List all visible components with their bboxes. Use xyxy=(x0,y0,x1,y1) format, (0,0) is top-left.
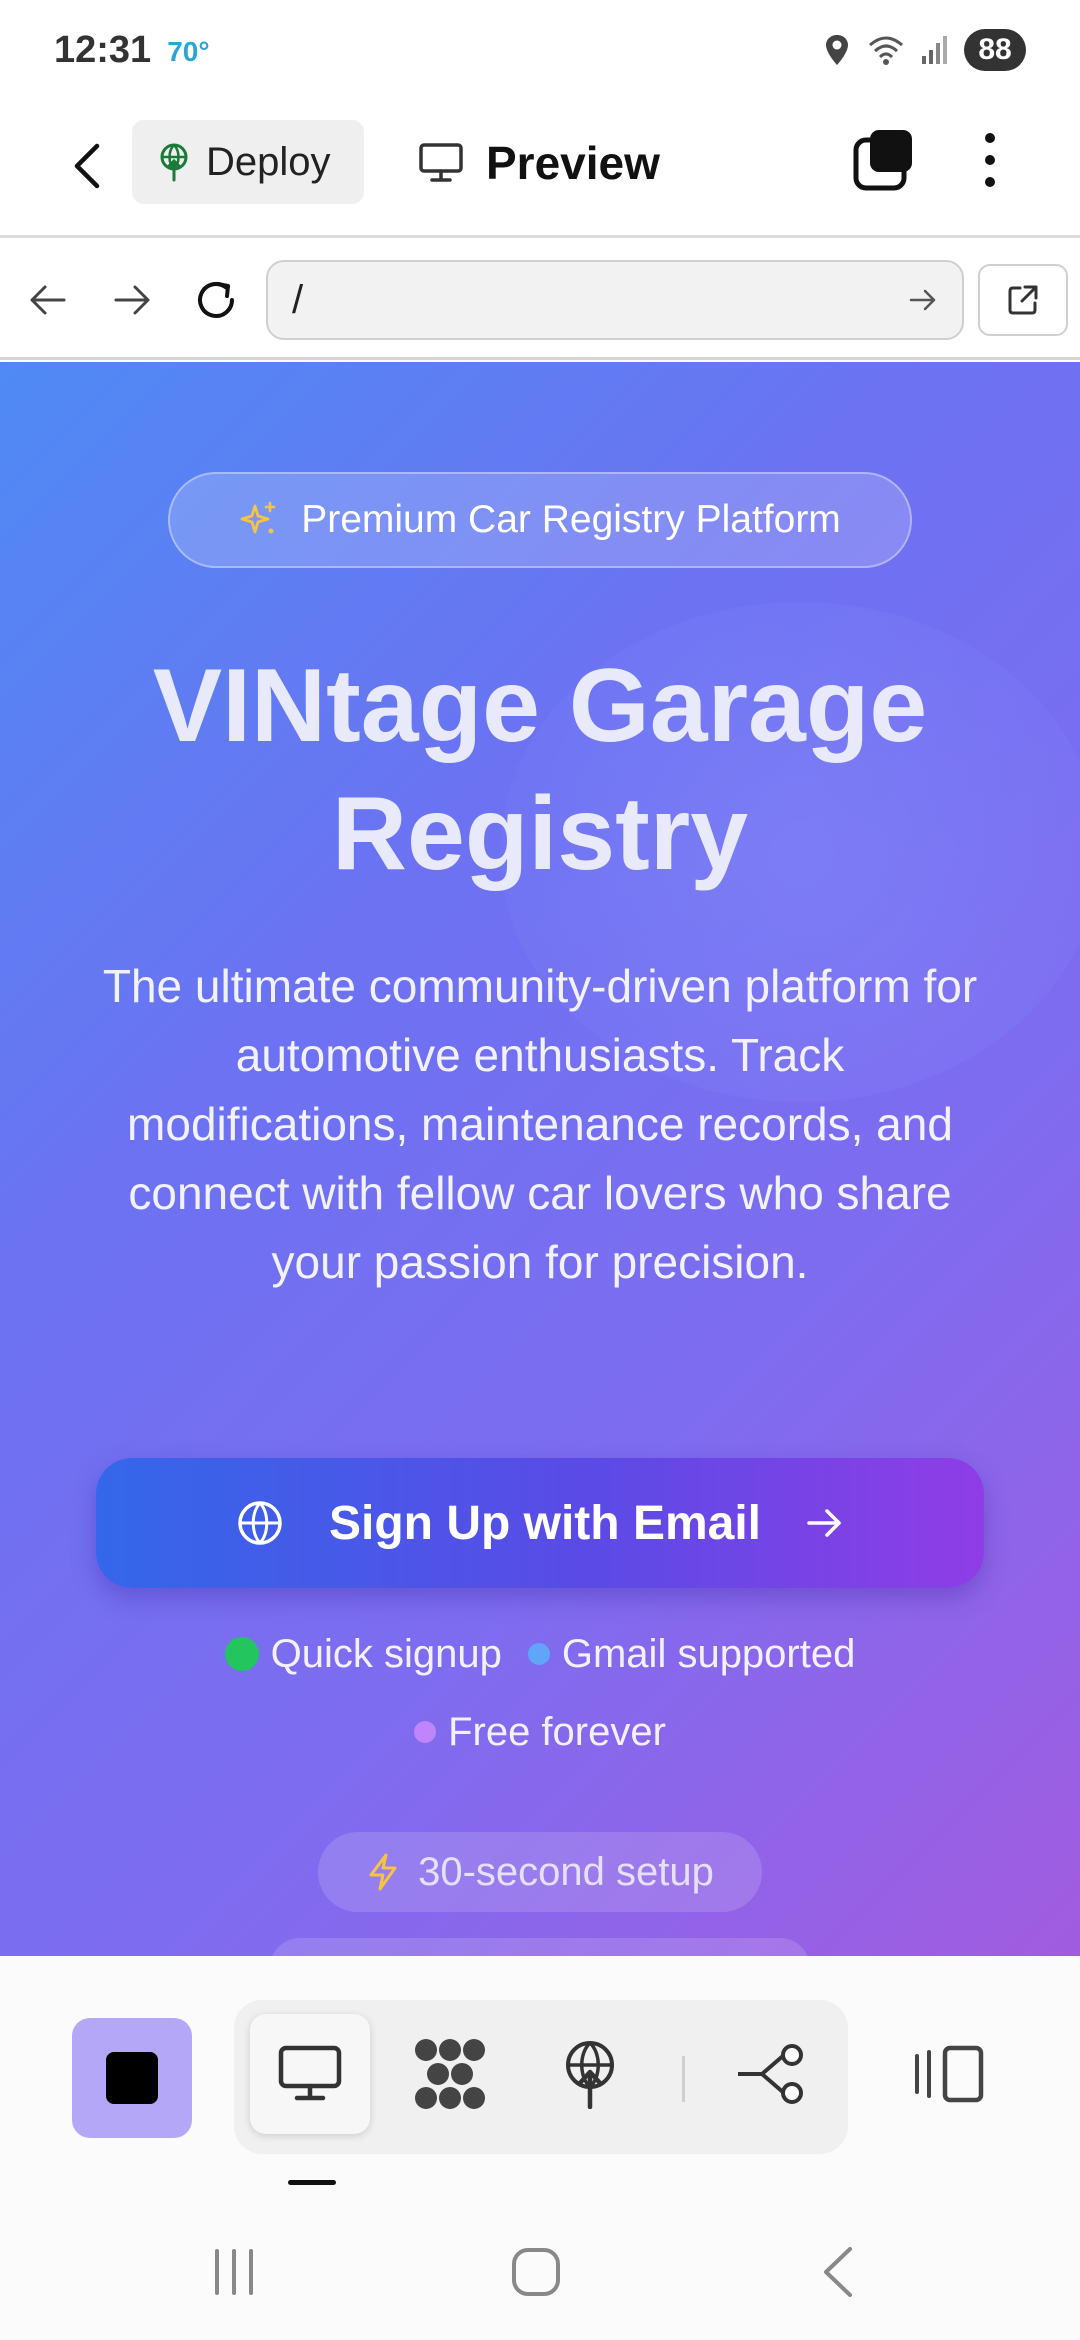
app-header: Deploy Preview xyxy=(0,100,1080,238)
feature-free: Free forever xyxy=(414,1710,666,1755)
badge-label: Premium Car Registry Platform xyxy=(301,498,841,541)
battery-indicator: 88 xyxy=(964,29,1026,71)
feature-label: Gmail supported xyxy=(561,1631,856,1676)
title-line-1: VINtage Garage xyxy=(152,648,928,764)
browser-back-button[interactable] xyxy=(18,270,78,330)
external-link-icon xyxy=(1008,285,1038,315)
reload-button[interactable] xyxy=(186,270,246,330)
page-title: VINtage Garage Registry xyxy=(40,642,1040,898)
arrow-right-icon xyxy=(807,1509,841,1537)
grid-blob-icon xyxy=(415,2039,485,2109)
title-line-2: Registry xyxy=(331,776,749,892)
tool-workspace[interactable] xyxy=(390,2014,510,2134)
stop-icon xyxy=(106,2052,158,2104)
hero-section: Premium Car Registry Platform VINtage Ga… xyxy=(0,362,1080,1956)
feature-quick-signup: Quick signup xyxy=(224,1631,502,1677)
chevron-left-icon xyxy=(824,2247,852,2297)
status-bar: 12:31 70° 88 xyxy=(0,0,1080,100)
deploy-label: Deploy xyxy=(206,139,331,184)
cta-label: Sign Up with Email xyxy=(328,1496,762,1550)
stop-button[interactable] xyxy=(72,2018,192,2138)
status-icons: 88 xyxy=(822,29,1026,71)
deploy-button[interactable]: Deploy xyxy=(132,120,364,204)
monitor-icon xyxy=(419,143,463,182)
url-text: / xyxy=(292,277,304,322)
platform-badge: Premium Car Registry Platform xyxy=(168,472,912,568)
wifi-icon xyxy=(869,36,903,65)
tool-preview[interactable] xyxy=(250,2014,370,2134)
feature-label: Quick signup xyxy=(270,1631,502,1676)
preview-label: Preview xyxy=(486,137,660,189)
recent-apps-button[interactable] xyxy=(204,2242,264,2302)
sign-up-email-button[interactable]: Sign Up with Email xyxy=(96,1458,984,1588)
feature-list: Quick signup Gmail supported Free foreve… xyxy=(0,1624,1080,1762)
feature-gmail: Gmail supported xyxy=(527,1631,856,1677)
more-menu-button[interactable] xyxy=(968,126,1012,194)
workflow-icon xyxy=(738,2044,803,2104)
status-dot xyxy=(527,1643,550,1665)
status-temperature: 70° xyxy=(167,36,210,67)
feature-label: Free forever xyxy=(448,1709,666,1754)
open-external-button[interactable] xyxy=(978,264,1068,336)
bottom-toolbar xyxy=(0,1956,1080,2196)
signal-icon xyxy=(922,36,947,64)
arrow-right-icon xyxy=(114,285,150,315)
system-back-button[interactable] xyxy=(808,2242,868,2302)
tool-group xyxy=(234,2000,848,2154)
home-icon xyxy=(512,2248,560,2296)
hero-description: The ultimate community-driven platform f… xyxy=(102,960,978,1288)
home-button[interactable] xyxy=(506,2242,566,2302)
back-button[interactable] xyxy=(56,136,116,196)
setup-label: 30-second setup xyxy=(418,1849,714,1894)
tool-deploy[interactable] xyxy=(530,2014,650,2134)
reload-icon xyxy=(198,282,234,318)
arrow-left-icon xyxy=(30,285,66,315)
more-vertical-icon xyxy=(985,133,995,143)
tabs-icon xyxy=(853,130,912,191)
status-dot xyxy=(224,1637,259,1671)
browser-forward-button[interactable] xyxy=(102,270,162,330)
monitor-icon xyxy=(278,2045,342,2101)
recent-apps-icon xyxy=(215,2249,253,2295)
status-dot xyxy=(414,1721,437,1743)
deploy-icon xyxy=(566,2041,614,2109)
chevron-left-icon xyxy=(74,143,100,189)
globe-icon xyxy=(238,1501,282,1545)
side-panel-icon xyxy=(915,2045,984,2103)
system-navigation xyxy=(0,2196,1080,2340)
url-field[interactable]: / xyxy=(266,260,964,340)
tool-workflow[interactable] xyxy=(712,2014,832,2134)
browser-bar: / xyxy=(0,240,1080,360)
location-icon xyxy=(826,35,848,65)
setup-badge: 30-second setup xyxy=(318,1832,762,1912)
preview-tab[interactable]: Preview xyxy=(418,128,660,198)
lightning-icon xyxy=(369,1853,397,1891)
arrow-right-icon xyxy=(909,289,936,311)
deploy-icon xyxy=(160,143,188,182)
sparkles-icon xyxy=(240,501,276,534)
status-time: 12:31 xyxy=(54,28,152,71)
toolbar-divider xyxy=(682,2056,685,2102)
tabs-button[interactable] xyxy=(850,126,918,194)
partial-chip xyxy=(270,1938,810,1956)
url-go-button[interactable] xyxy=(908,286,938,314)
panel-toggle-button[interactable] xyxy=(900,2024,1000,2124)
active-tool-indicator xyxy=(288,2180,336,2185)
